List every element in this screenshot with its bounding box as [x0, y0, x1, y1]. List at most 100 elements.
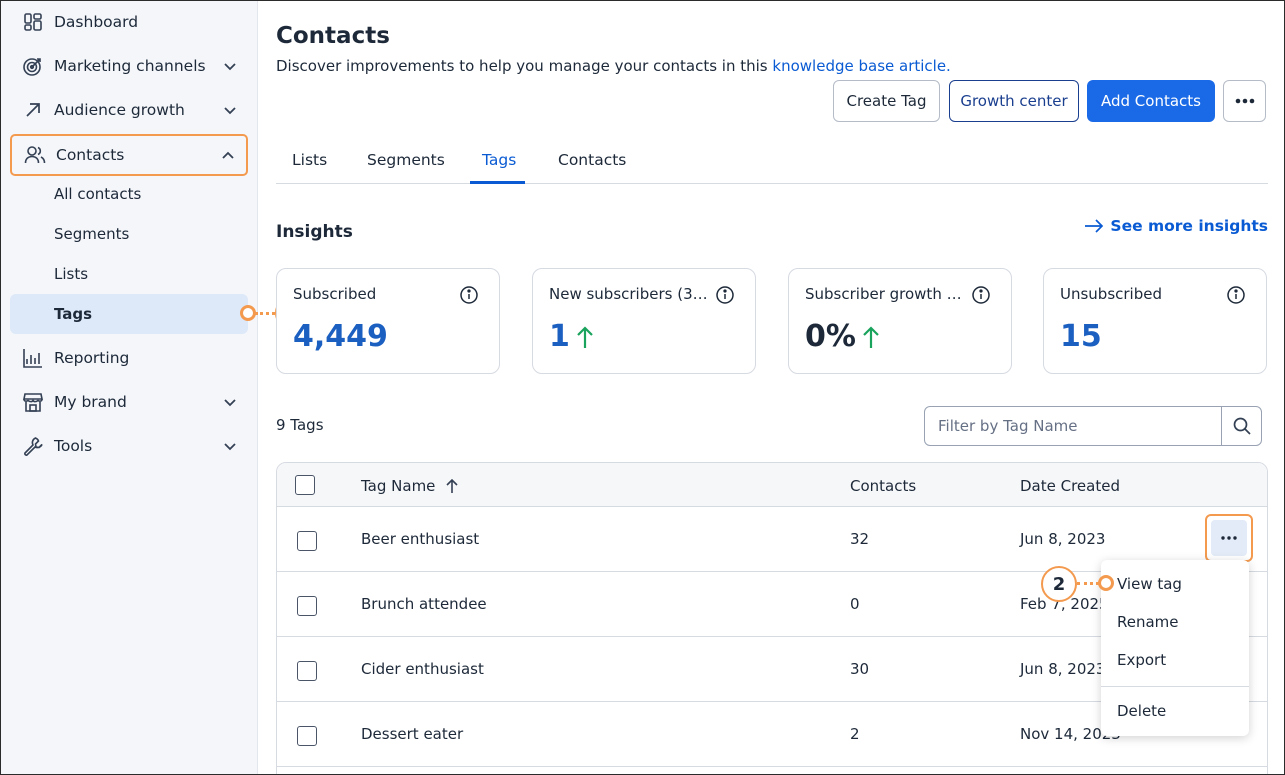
- chevron-up-icon: [222, 151, 234, 159]
- insight-card-value: 15: [1060, 319, 1102, 354]
- chevron-down-icon: [224, 63, 236, 71]
- select-all-checkbox[interactable]: [295, 475, 315, 495]
- sidebar-subitem-all-contacts[interactable]: All contacts: [10, 174, 248, 214]
- sidebar-item-label: Dashboard: [54, 13, 139, 31]
- tab-contacts[interactable]: Contacts: [558, 151, 626, 169]
- insights-heading: Insights: [276, 222, 353, 242]
- sidebar-item-label: Marketing channels: [54, 57, 206, 75]
- search-icon: [1233, 417, 1251, 435]
- sidebar-item-my-brand[interactable]: My brand: [10, 382, 248, 422]
- row-checkbox[interactable]: [297, 726, 317, 746]
- see-more-insights-label: See more insights: [1110, 217, 1268, 235]
- info-icon[interactable]: [1226, 285, 1246, 305]
- callout-badge-2: 2: [1041, 566, 1077, 602]
- insight-card-value: 0%: [805, 319, 880, 354]
- chevron-down-icon: [224, 399, 236, 407]
- insight-card-label: Unsubscribed: [1060, 285, 1162, 303]
- row-actions-menu: View tag Rename Export Delete: [1101, 560, 1249, 736]
- tag-filter-input[interactable]: [926, 408, 1222, 444]
- table-header: Tag Name Contacts Date Created: [277, 463, 1267, 507]
- see-more-insights-link[interactable]: See more insights: [1084, 217, 1268, 235]
- tag-name[interactable]: Beer enthusiast: [361, 530, 479, 548]
- insight-card-value: 4,449: [293, 319, 388, 354]
- row-checkbox[interactable]: [297, 596, 317, 616]
- tab-tags[interactable]: Tags: [482, 151, 516, 169]
- tab-lists[interactable]: Lists: [292, 151, 327, 169]
- tab-segments[interactable]: Segments: [367, 151, 445, 169]
- insight-card-number: 4,449: [293, 319, 388, 354]
- menu-divider: [1101, 686, 1249, 687]
- page-title: Contacts: [276, 23, 390, 49]
- menu-item-rename[interactable]: Rename: [1117, 613, 1179, 631]
- insight-card-unsubscribed: Unsubscribed 15: [1043, 268, 1267, 374]
- callout-pointer-dot: [240, 305, 256, 321]
- tag-contacts: 32: [850, 530, 870, 548]
- insight-card-number: 0%: [805, 319, 856, 354]
- info-icon[interactable]: [971, 285, 991, 305]
- menu-item-view-tag[interactable]: View tag: [1117, 575, 1182, 593]
- info-icon[interactable]: [459, 285, 479, 305]
- insight-card-subscriber-growth: Subscriber growth (30 days) 0%: [788, 268, 1012, 374]
- tag-contacts: 2: [850, 725, 860, 743]
- callout-pointer-dot: [1098, 575, 1114, 591]
- create-tag-button[interactable]: Create Tag: [833, 80, 940, 122]
- tab-bar: Lists Segments Tags Contacts: [276, 141, 1268, 184]
- tag-filter: [924, 406, 1262, 446]
- menu-item-delete[interactable]: Delete: [1117, 702, 1166, 720]
- insight-card-new-subscribers: New subscribers (30 days) 1: [532, 268, 756, 374]
- sidebar-item-marketing-channels[interactable]: Marketing channels: [10, 46, 248, 86]
- column-header-tag-name[interactable]: Tag Name: [361, 477, 459, 495]
- sidebar-item-audience-growth[interactable]: Audience growth: [10, 90, 248, 130]
- sidebar-subitem-label: Lists: [54, 265, 89, 283]
- insight-card-value: 1: [549, 319, 594, 354]
- sidebar-item-tools[interactable]: Tools: [10, 426, 248, 466]
- row-actions-button-inner: [1211, 520, 1247, 556]
- tag-date: Jun 8, 2023: [1020, 530, 1106, 548]
- wrench-icon: [22, 435, 44, 457]
- column-header-contacts: Contacts: [850, 477, 917, 495]
- knowledge-base-link[interactable]: knowledge base article.: [772, 57, 950, 75]
- tag-date: Jun 8, 2023: [1020, 660, 1106, 678]
- sidebar-subitem-label: Segments: [54, 225, 130, 243]
- arrow-right-icon: [1085, 219, 1104, 233]
- growth-center-button[interactable]: Growth center: [949, 80, 1079, 122]
- chart-icon: [22, 347, 44, 369]
- chevron-down-icon: [224, 443, 236, 451]
- sidebar-subitem-lists[interactable]: Lists: [10, 254, 248, 294]
- arrow-up-icon: [863, 325, 879, 348]
- menu-item-export[interactable]: Export: [1117, 651, 1166, 669]
- sidebar-subitem-tags[interactable]: Tags: [10, 294, 248, 334]
- arrow-up-right-icon: [22, 99, 44, 121]
- callout-connector: [1077, 582, 1099, 585]
- sidebar: Dashboard Marketing channels Audience gr…: [1, 1, 258, 774]
- sidebar-subitem-label: All contacts: [54, 185, 142, 203]
- more-actions-button[interactable]: [1223, 80, 1266, 122]
- app-frame: Dashboard Marketing channels Audience gr…: [0, 0, 1285, 775]
- page-subtitle: Discover improvements to help you manage…: [276, 57, 951, 75]
- row-checkbox[interactable]: [297, 531, 317, 551]
- sidebar-item-reporting[interactable]: Reporting: [10, 338, 248, 378]
- subtitle-text: Discover improvements to help you manage…: [276, 57, 773, 75]
- tag-name[interactable]: Dessert eater: [361, 725, 463, 743]
- tag-name[interactable]: Brunch attendee: [361, 595, 487, 613]
- sidebar-subitem-segments[interactable]: Segments: [10, 214, 248, 254]
- sidebar-item-label: Reporting: [54, 349, 130, 367]
- tag-name[interactable]: Cider enthusiast: [361, 660, 484, 678]
- insight-card-label: Subscribed: [293, 285, 377, 303]
- sidebar-item-contacts[interactable]: Contacts: [10, 134, 248, 176]
- sidebar-subitem-label: Tags: [54, 305, 93, 323]
- search-button[interactable]: [1221, 407, 1261, 445]
- add-contacts-button[interactable]: Add Contacts: [1087, 80, 1215, 122]
- callout-connector: [255, 312, 275, 315]
- insight-card-number: 1: [549, 319, 570, 354]
- row-checkbox[interactable]: [297, 661, 317, 681]
- storefront-icon: [22, 391, 44, 413]
- active-tab-indicator: [470, 181, 525, 184]
- more-horizontal-icon: [1221, 536, 1237, 540]
- sidebar-item-label: Audience growth: [54, 101, 185, 119]
- insight-card-label: Subscriber growth (30 days): [805, 285, 965, 303]
- tag-contacts: 0: [850, 595, 860, 613]
- row-actions-button[interactable]: [1205, 514, 1253, 562]
- info-icon[interactable]: [715, 285, 735, 305]
- sidebar-item-dashboard[interactable]: Dashboard: [10, 2, 248, 42]
